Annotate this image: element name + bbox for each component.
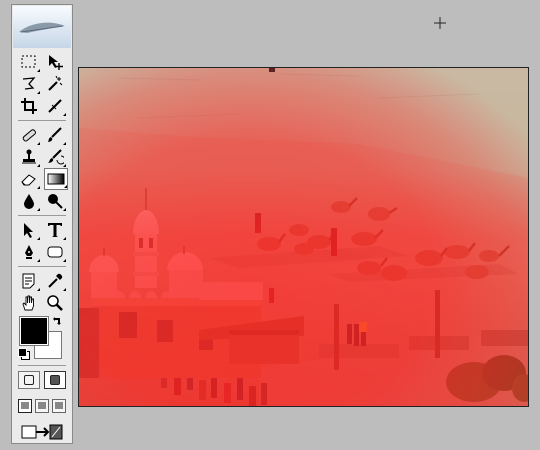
- full-screen-menu-mode-button[interactable]: [35, 399, 49, 413]
- foreground-color-swatch[interactable]: [19, 316, 49, 346]
- brush-tool[interactable]: [44, 124, 66, 146]
- rounded-rectangle-tool[interactable]: [44, 241, 66, 263]
- dodge-icon: [48, 194, 63, 209]
- gradient-tool[interactable]: [44, 168, 68, 190]
- polygonal-lasso-tool[interactable]: [18, 73, 40, 95]
- standard-mode-button[interactable]: [18, 371, 40, 389]
- blur-tool[interactable]: [18, 190, 40, 212]
- photo-image: [79, 68, 528, 406]
- default-colors-icon[interactable]: [18, 348, 27, 357]
- standard-screen-icon: [21, 402, 29, 409]
- clone-stamp-tool[interactable]: [18, 146, 40, 168]
- full-screen-mode-button[interactable]: [52, 399, 66, 413]
- feather-logo-icon: [19, 22, 65, 33]
- hand-tool[interactable]: [18, 292, 40, 314]
- quick-mask-icon: [50, 375, 60, 385]
- pen-tool[interactable]: [18, 241, 40, 263]
- polygonal-lasso-icon: [22, 77, 36, 90]
- clone-stamp-icon: [22, 149, 36, 164]
- path-selection-icon: [24, 223, 33, 238]
- swap-colors-icon[interactable]: [52, 316, 62, 326]
- slice-icon: [48, 99, 62, 113]
- rounded-rectangle-shape-icon: [47, 246, 63, 258]
- document-canvas[interactable]: [78, 67, 529, 407]
- crosshair-cursor-icon: [434, 17, 446, 29]
- brush-icon: [48, 127, 62, 142]
- path-selection-tool[interactable]: [18, 219, 40, 241]
- toolbox-panel: [11, 4, 73, 444]
- standard-mode-icon: [24, 375, 34, 385]
- toolbox-header[interactable]: [13, 6, 71, 48]
- zoom-icon: [47, 295, 63, 311]
- blur-icon: [24, 194, 34, 209]
- magic-wand-icon: [48, 75, 63, 91]
- eyedropper-tool[interactable]: [44, 270, 66, 292]
- eraser-tool[interactable]: [18, 168, 40, 190]
- type-icon: [48, 223, 62, 237]
- crop-icon: [21, 98, 37, 114]
- notes-tool[interactable]: [18, 270, 40, 292]
- gradient-icon: [47, 173, 65, 185]
- type-tool[interactable]: [44, 219, 66, 241]
- notes-icon: [22, 273, 35, 289]
- dodge-tool[interactable]: [44, 190, 66, 212]
- move-icon: [49, 55, 63, 70]
- magic-wand-tool[interactable]: [44, 73, 66, 95]
- healing-brush-tool[interactable]: [18, 124, 40, 146]
- move-tool[interactable]: [44, 51, 66, 73]
- eraser-icon: [21, 174, 36, 186]
- history-brush-icon: [48, 149, 64, 165]
- hand-icon: [22, 295, 34, 311]
- zoom-tool[interactable]: [44, 292, 66, 314]
- history-brush-tool[interactable]: [44, 146, 66, 168]
- standard-screen-mode-button[interactable]: [18, 399, 32, 413]
- rectangular-marquee-tool[interactable]: [18, 51, 40, 73]
- rectangular-marquee-icon: [21, 55, 36, 68]
- eyedropper-icon: [48, 273, 63, 288]
- full-screen-menu-icon: [38, 402, 46, 409]
- slice-tool[interactable]: [44, 95, 66, 117]
- pen-icon: [25, 245, 33, 259]
- healing-brush-icon: [22, 129, 36, 142]
- jump-to-imageready-icon[interactable]: [20, 423, 64, 441]
- crop-tool[interactable]: [18, 95, 40, 117]
- quick-mask-mode-button[interactable]: [44, 371, 66, 389]
- full-screen-icon: [55, 402, 63, 409]
